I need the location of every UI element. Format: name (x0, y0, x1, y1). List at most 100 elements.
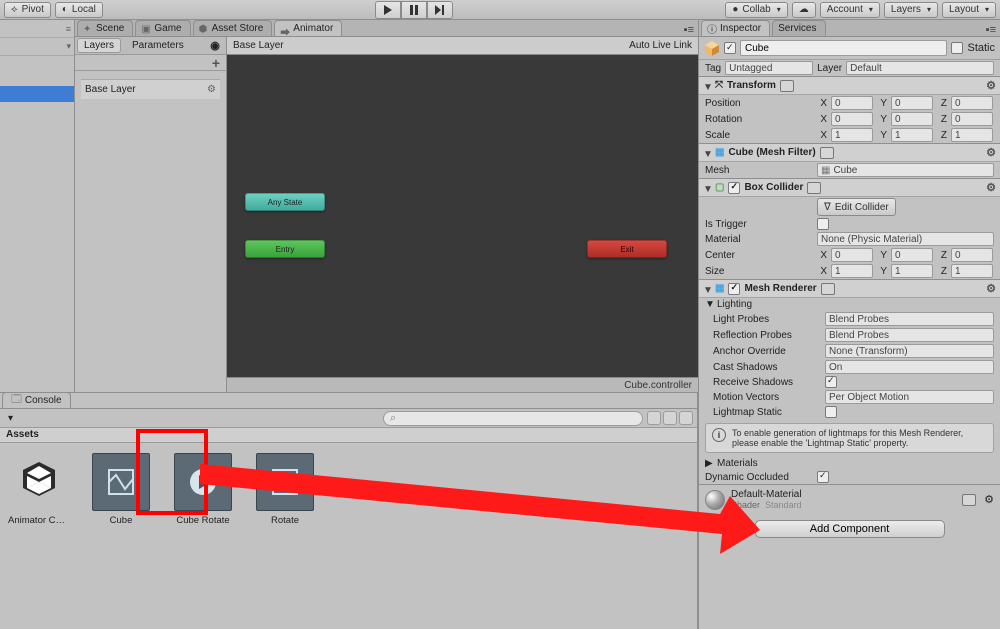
layer-item-base[interactable]: Base Layer ⚙ (81, 79, 220, 99)
hierarchy-filter-row[interactable]: ▾ (0, 38, 74, 56)
anchor-override-field[interactable]: None (Transform) (825, 344, 994, 358)
tab-console[interactable]: 🗔 Console (2, 392, 71, 408)
node-exit[interactable]: Exit (587, 240, 667, 258)
filter-by-type[interactable] (647, 411, 661, 425)
size-z[interactable]: 1 (951, 264, 993, 278)
gear-icon[interactable]: ⚙ (986, 146, 996, 159)
size-y[interactable]: 1 (891, 264, 933, 278)
lightmap-static-label: Lightmap Static (713, 407, 821, 418)
gameobject-name-field[interactable] (740, 40, 947, 56)
local-toggle[interactable]: ◐ Local (55, 2, 103, 18)
pos-x[interactable]: 0 (831, 96, 873, 110)
tab-services[interactable]: Services (772, 20, 825, 36)
foldout-icon[interactable]: ▼ (703, 184, 711, 192)
asset-cube[interactable]: Cube (90, 453, 152, 526)
asset-rotate[interactable]: Rotate (254, 453, 316, 526)
scl-z[interactable]: 1 (951, 128, 993, 142)
tab-inspector[interactable]: ⓘ Inspector (701, 20, 770, 36)
material-default[interactable]: Default-Material Shader Standard ⚙ (699, 484, 1000, 514)
animator-layers-tab[interactable]: Layers (77, 38, 121, 53)
animator-parameters-tab[interactable]: Parameters (125, 38, 191, 53)
help-icon[interactable] (780, 80, 794, 92)
tab-scene[interactable]: ✦ Scene (77, 20, 133, 36)
create-dropdown[interactable]: ▾ (4, 413, 17, 424)
animator-canvas-wrap: Base Layer Auto Live Link Any State Entr… (227, 37, 698, 392)
inspector-tab-menu[interactable]: ▪≡ (986, 24, 996, 36)
layout-dropdown[interactable]: Layout (942, 2, 996, 18)
eye-toggle[interactable]: ◉ (208, 39, 222, 52)
gameobject-enabled-checkbox[interactable] (724, 42, 736, 54)
rot-x[interactable]: 0 (831, 112, 873, 126)
physic-material-field[interactable]: None (Physic Material) (817, 232, 994, 246)
scl-x[interactable]: 1 (831, 128, 873, 142)
gameobject-header: Static (699, 37, 1000, 60)
dynamic-occluded-checkbox[interactable] (817, 471, 829, 483)
help-icon[interactable] (807, 182, 821, 194)
hierarchy-menu-row[interactable]: ≡ (0, 20, 74, 38)
tab-animator[interactable]: ⮕ Animator (274, 20, 342, 36)
breadcrumb-root[interactable]: Base Layer (233, 40, 284, 51)
pos-z[interactable]: 0 (951, 96, 993, 110)
layers-dropdown[interactable]: Layers (884, 2, 938, 18)
asset-cube-rotate[interactable]: Cube Rotate (172, 453, 234, 526)
hierarchy-selected-item[interactable] (0, 86, 74, 102)
gear-icon[interactable]: ⚙ (986, 282, 996, 295)
node-entry[interactable]: Entry (245, 240, 325, 258)
rot-z[interactable]: 0 (951, 112, 993, 126)
project-search[interactable]: ⌕ (383, 411, 643, 426)
gear-icon[interactable]: ⚙ (986, 79, 996, 92)
is-trigger-checkbox[interactable] (817, 218, 829, 230)
tab-game[interactable]: ▣ Game (135, 20, 190, 36)
gear-icon[interactable]: ⚙ (986, 181, 996, 194)
tab-asset-store[interactable]: ⬢ Asset Store (193, 20, 273, 36)
center-x[interactable]: 0 (831, 248, 873, 262)
foldout-icon[interactable]: ▼ (703, 149, 711, 157)
pivot-toggle[interactable]: ⟡ Pivot (4, 2, 51, 18)
foldout-icon[interactable]: ▼ (703, 285, 711, 293)
motion-vectors-label: Motion Vectors (713, 392, 821, 403)
mesh-field[interactable]: ▦Cube (817, 163, 994, 177)
gear-icon[interactable]: ⚙ (984, 493, 994, 506)
add-component-button[interactable]: Add Component (755, 520, 945, 538)
tag-dropdown[interactable]: Untagged (725, 61, 813, 75)
lightmap-static-checkbox[interactable] (825, 406, 837, 418)
auto-live-link[interactable]: Auto Live Link (629, 40, 692, 51)
component-enabled-checkbox[interactable] (728, 283, 740, 295)
static-checkbox[interactable] (951, 42, 963, 54)
add-layer[interactable]: + (212, 55, 220, 71)
step-button[interactable] (427, 1, 453, 19)
center-y[interactable]: 0 (891, 248, 933, 262)
layer-dropdown[interactable]: Default (846, 61, 994, 75)
help-icon[interactable] (962, 494, 976, 506)
rot-y[interactable]: 0 (891, 112, 933, 126)
foldout-icon[interactable]: ▶ (705, 458, 713, 469)
filter-by-label[interactable] (663, 411, 677, 425)
help-icon[interactable] (820, 147, 834, 159)
animator-graph-canvas[interactable]: Any State Entry Exit (227, 55, 698, 377)
pause-button[interactable] (401, 1, 427, 19)
save-search[interactable] (679, 411, 693, 425)
edit-collider-button[interactable]: ᐁ Edit Collider (817, 198, 896, 216)
collab-dropdown[interactable]: ● Collab (725, 2, 787, 18)
reflection-probes-dropdown[interactable]: Blend Probes (825, 328, 994, 342)
node-any-state[interactable]: Any State (245, 193, 325, 211)
receive-shadows-checkbox[interactable] (825, 376, 837, 388)
account-dropdown[interactable]: Account (820, 2, 880, 18)
size-x[interactable]: 1 (831, 264, 873, 278)
motion-vectors-dropdown[interactable]: Per Object Motion (825, 390, 994, 404)
gear-icon[interactable]: ⚙ (207, 84, 216, 95)
component-enabled-checkbox[interactable] (728, 182, 740, 194)
center-tab-menu[interactable]: ▪≡ (684, 24, 694, 36)
pos-y[interactable]: 0 (891, 96, 933, 110)
layer-item-label: Base Layer (85, 84, 136, 95)
light-probes-dropdown[interactable]: Blend Probes (825, 312, 994, 326)
help-icon[interactable] (821, 283, 835, 295)
center-z[interactable]: 0 (951, 248, 993, 262)
cloud-button[interactable]: ☁ (792, 2, 816, 18)
play-button[interactable] (375, 1, 401, 19)
cast-shadows-dropdown[interactable]: On (825, 360, 994, 374)
asset-animator-controller[interactable]: Animator Co… (8, 453, 70, 526)
foldout-icon[interactable]: ▼ (705, 299, 713, 310)
scl-y[interactable]: 1 (891, 128, 933, 142)
foldout-icon[interactable]: ▼ (703, 82, 711, 90)
